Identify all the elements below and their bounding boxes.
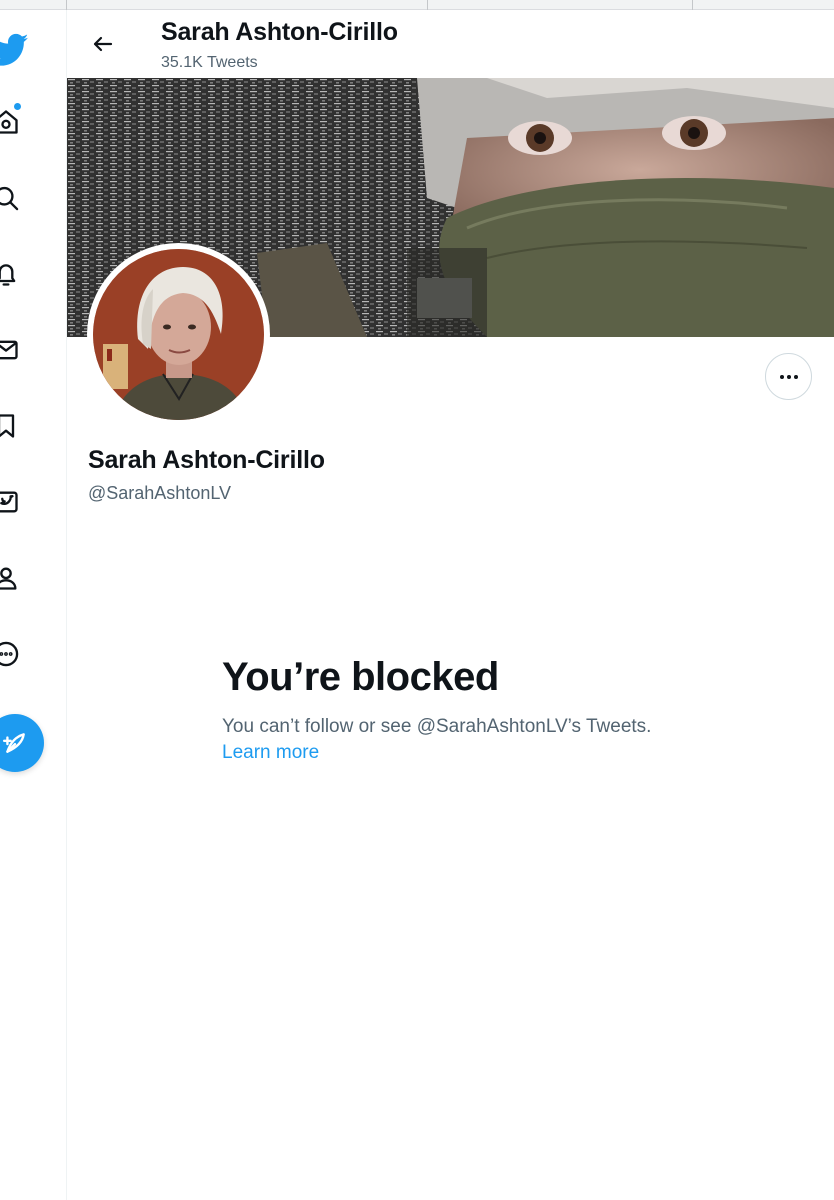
compose-tweet-button[interactable] — [0, 714, 44, 772]
profile-avatar[interactable] — [87, 243, 270, 426]
mail-icon[interactable] — [0, 330, 26, 370]
profile-header-bar: Sarah Ashton-Cirillo 35.1K Tweets — [67, 10, 834, 78]
back-button[interactable] — [85, 26, 121, 62]
learn-more-link[interactable]: Learn more — [222, 742, 319, 764]
tab-separator — [692, 0, 693, 10]
more-dot-icon — [786, 374, 791, 379]
tab-separator — [427, 0, 428, 10]
browser-tab-strip — [0, 0, 834, 10]
blocked-message: You can’t follow or see @SarahAshtonLV’s… — [222, 716, 652, 737]
twitter-logo-icon[interactable] — [0, 30, 30, 70]
profile-icon[interactable] — [0, 558, 26, 598]
search-icon[interactable] — [0, 178, 26, 218]
header-profile-name: Sarah Ashton-Cirillo — [161, 18, 398, 46]
notification-dot — [13, 102, 22, 111]
blocked-title: You’re blocked — [222, 655, 499, 699]
bookmark-icon[interactable] — [0, 406, 26, 446]
more-circle-icon[interactable] — [0, 634, 26, 674]
sidebar-nav — [0, 10, 67, 1200]
profile-handle: @SarahAshtonLV — [88, 483, 232, 503]
compose-icon — [2, 733, 25, 753]
bell-icon[interactable] — [0, 254, 26, 294]
profile-name: Sarah Ashton-Cirillo — [88, 446, 325, 474]
header-tweet-count: 35.1K Tweets — [161, 54, 258, 71]
home-icon[interactable] — [0, 102, 26, 142]
twitter-blue-icon[interactable] — [0, 482, 26, 522]
more-dot-icon — [793, 374, 798, 379]
arrow-left-icon — [93, 36, 113, 52]
more-dot-icon — [779, 374, 784, 379]
more-options-button[interactable] — [765, 353, 812, 400]
tab-separator — [66, 0, 67, 10]
